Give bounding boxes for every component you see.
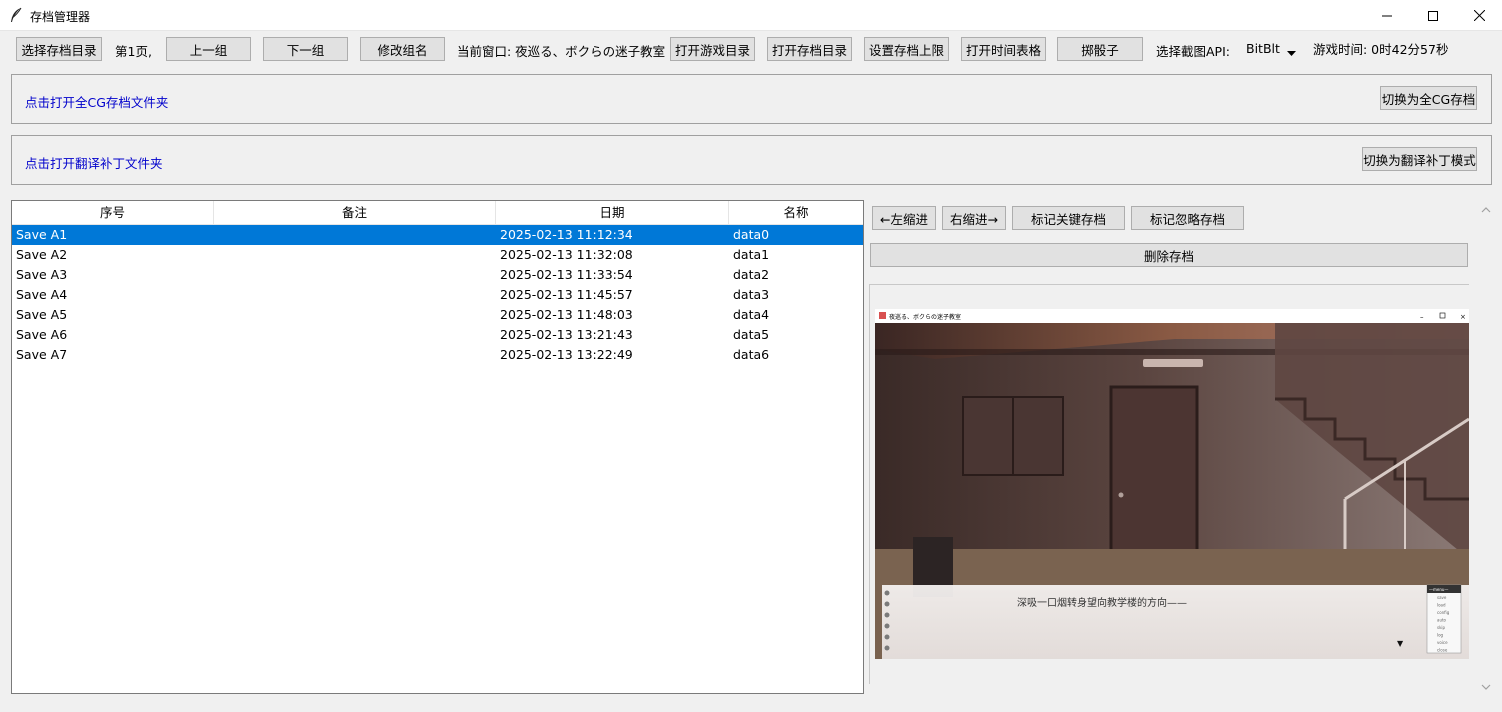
- title-bar: 存档管理器: [0, 0, 1502, 31]
- svg-text:▼: ▼: [1397, 639, 1404, 648]
- preview-menu-item: config: [1437, 610, 1450, 615]
- cell-name: data4: [733, 307, 770, 322]
- svg-text:–: –: [1420, 313, 1424, 321]
- cell-date: 2025-02-13 11:48:03: [500, 307, 633, 322]
- open-game-dir-button[interactable]: 打开游戏目录: [670, 37, 755, 61]
- scroll-down-arrow-icon[interactable]: [1478, 680, 1494, 694]
- preview-menu-item: load: [1437, 603, 1446, 608]
- preview-menu-title: —menu—: [1429, 587, 1448, 592]
- page-label: 第1页,: [115, 44, 152, 59]
- table-row[interactable]: Save A2 2025-02-13 11:32:08 data1: [12, 245, 863, 265]
- screenshot-api-value: BitBlt: [1246, 41, 1280, 56]
- set-save-limit-button[interactable]: 设置存档上限: [864, 37, 949, 61]
- table-row[interactable]: Save A7 2025-02-13 13:22:49 data6: [12, 345, 863, 365]
- column-header-date[interactable]: 日期: [496, 201, 729, 225]
- save-table[interactable]: 序号 备注 日期 名称 Save A1 2025-02-13 11:12:34 da…: [11, 200, 864, 694]
- window-title: 存档管理器: [30, 10, 91, 24]
- cell-name: data1: [733, 247, 770, 262]
- open-cg-folder-link[interactable]: 点击打开全CG存档文件夹: [25, 92, 168, 111]
- minimize-button[interactable]: [1364, 0, 1410, 31]
- preview-menu-item: auto: [1437, 618, 1447, 623]
- mark-key-save-button[interactable]: 标记关键存档: [1012, 206, 1125, 230]
- select-save-dir-button[interactable]: 选择存档目录: [16, 37, 102, 61]
- indent-left-button[interactable]: ←左缩进: [872, 206, 936, 230]
- cell-date: 2025-02-13 11:45:57: [500, 287, 633, 302]
- close-button[interactable]: [1456, 0, 1502, 31]
- cell-index: Save A7: [16, 347, 68, 362]
- screenshot-api-select[interactable]: BitBlt: [1239, 37, 1303, 61]
- indent-right-button[interactable]: 右缩进→: [942, 206, 1006, 230]
- cell-index: Save A6: [16, 327, 68, 342]
- table-row[interactable]: Save A4 2025-02-13 11:45:57 data3: [12, 285, 863, 305]
- open-save-dir-button[interactable]: 打开存档目录: [767, 37, 852, 61]
- preview-window-title: 夜巡る、ボクらの迷子教室: [889, 313, 961, 321]
- cell-date: 2025-02-13 11:12:34: [500, 227, 633, 242]
- current-window-label: 当前窗口: 夜巡る、ボクらの迷子教室: [457, 44, 666, 59]
- maximize-button[interactable]: [1410, 0, 1456, 31]
- cg-panel: 点击打开全CG存档文件夹 切换为全CG存档: [11, 74, 1492, 124]
- table-row[interactable]: Save A3 2025-02-13 11:33:54 data2: [12, 265, 863, 285]
- cell-name: data0: [733, 227, 770, 242]
- table-header: 序号 备注 日期 名称: [12, 201, 863, 225]
- column-header-index[interactable]: 序号: [12, 201, 214, 225]
- table-row[interactable]: Save A1 2025-02-13 11:12:34 data0: [12, 225, 863, 245]
- preview-menu-item: skip: [1437, 625, 1446, 630]
- cell-index: Save A5: [16, 307, 68, 322]
- cell-date: 2025-02-13 13:22:49: [500, 347, 633, 362]
- preview-menu-item: close: [1437, 648, 1448, 653]
- cell-date: 2025-02-13 11:33:54: [500, 267, 633, 282]
- cell-name: data6: [733, 347, 770, 362]
- scroll-up-arrow-icon[interactable]: [1478, 203, 1494, 217]
- cell-index: Save A2: [16, 247, 68, 262]
- next-group-button[interactable]: 下一组: [263, 37, 348, 61]
- open-timesheet-button[interactable]: 打开时间表格: [961, 37, 1046, 61]
- feather-icon: [9, 7, 23, 23]
- roll-dice-button[interactable]: 掷骰子: [1057, 37, 1143, 61]
- switch-cg-button[interactable]: 切换为全CG存档: [1380, 86, 1477, 110]
- delete-save-button[interactable]: 删除存档: [870, 243, 1468, 267]
- preview-left-border: [869, 284, 870, 684]
- screenshot-api-label: 选择截图API:: [1156, 44, 1230, 59]
- prev-group-button[interactable]: 上一组: [166, 37, 251, 61]
- cell-name: data2: [733, 267, 770, 282]
- cell-name: data5: [733, 327, 770, 342]
- save-preview-image: 夜巡る、ボクらの迷子教室 – × 深吸一口烟转身望向教学楼的方向—— ▼ —me…: [875, 309, 1469, 659]
- column-header-name[interactable]: 名称: [729, 201, 863, 225]
- preview-divider: [870, 284, 1469, 285]
- mark-ignore-save-button[interactable]: 标记忽略存档: [1131, 206, 1244, 230]
- cell-index: Save A3: [16, 267, 68, 282]
- cell-index: Save A4: [16, 287, 68, 302]
- play-time-label: 游戏时间: 0时42分57秒: [1313, 42, 1449, 57]
- preview-menu-item: log: [1437, 633, 1444, 638]
- table-row[interactable]: Save A5 2025-02-13 11:48:03 data4: [12, 305, 863, 325]
- cell-date: 2025-02-13 13:21:43: [500, 327, 633, 342]
- preview-menu-item: save: [1437, 595, 1447, 600]
- preview-menu-item: voice: [1437, 640, 1448, 645]
- table-row[interactable]: Save A6 2025-02-13 13:21:43 data5: [12, 325, 863, 345]
- switch-patch-mode-button[interactable]: 切换为翻译补丁模式: [1362, 147, 1477, 171]
- chevron-down-icon: [1287, 46, 1296, 61]
- cell-index: Save A1: [16, 227, 68, 242]
- svg-text:×: ×: [1460, 313, 1466, 321]
- patch-panel: 点击打开翻译补丁文件夹 切换为翻译补丁模式: [11, 135, 1492, 185]
- preview-dialogue: 深吸一口烟转身望向教学楼的方向——: [1017, 596, 1187, 609]
- open-patch-folder-link[interactable]: 点击打开翻译补丁文件夹: [25, 153, 163, 172]
- cell-name: data3: [733, 287, 770, 302]
- rename-group-button[interactable]: 修改组名: [360, 37, 445, 61]
- column-header-note[interactable]: 备注: [214, 201, 496, 225]
- cell-date: 2025-02-13 11:32:08: [500, 247, 633, 262]
